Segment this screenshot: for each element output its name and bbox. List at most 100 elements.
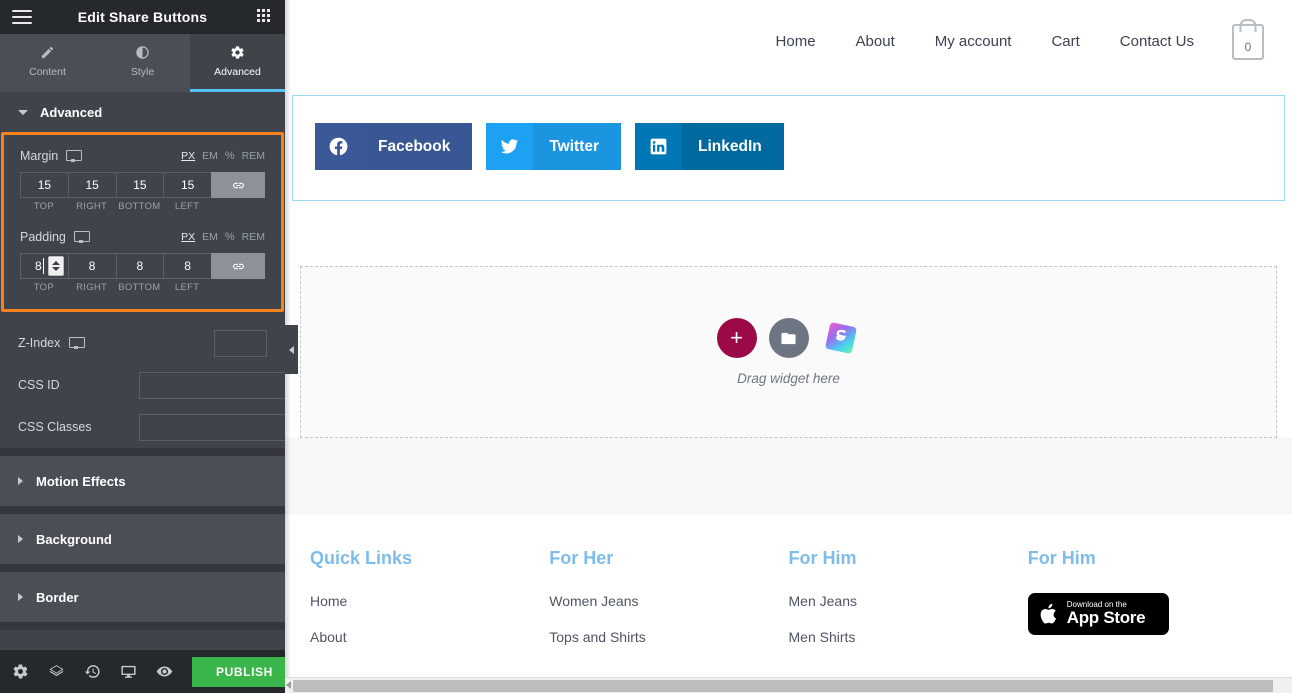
plus-icon[interactable]: + [716,318,757,358]
margin-label: Margin [20,149,59,163]
footer-link[interactable]: Men Jeans [789,593,1028,609]
folder-icon[interactable] [768,318,809,358]
margin-unit-rem[interactable]: REM [242,150,265,162]
margin-left-input[interactable] [163,172,211,198]
share-button-facebook[interactable]: Facebook [315,123,473,170]
padding-bottom-input[interactable] [115,253,164,279]
desktop-icon[interactable] [66,150,83,162]
padding-right-input[interactable] [67,253,116,279]
padding-label-top: TOP [33,282,54,293]
footer-link[interactable]: Tops and Shirts [549,629,788,645]
footer-link[interactable]: Women Jeans [549,593,788,609]
horizontal-scrollbar[interactable] [285,677,1292,693]
footer-column-title: For Him [1027,548,1096,568]
margin-units: PX EM % REM [181,150,265,162]
footer-link[interactable]: About [310,629,549,645]
nav-link-home[interactable]: Home [756,33,836,50]
caret-up-icon [51,261,60,265]
margin-side-labels: TOP RIGHT BOTTOM LEFT [20,201,265,212]
tab-advanced-label: Advanced [214,66,261,78]
padding-control-header: Padding PX EM % REM [20,230,265,244]
advanced-section-header[interactable]: Advanced [0,92,285,132]
css-classes-input[interactable] [139,413,285,441]
chevron-down-icon [18,109,28,115]
drop-zone[interactable]: + Drag widget here [300,266,1277,438]
css-id-input[interactable] [139,371,285,399]
margin-unit-percent[interactable]: % [225,150,235,162]
padding-left-input[interactable] [163,253,211,279]
css-classes-row: CSS Classes [0,406,285,448]
css-id-label: CSS ID [18,378,60,392]
nav-link-my-account[interactable]: My account [915,33,1032,50]
tab-content[interactable]: Content [0,34,95,92]
padding-label-bottom: BOTTOM [118,282,161,293]
padding-unit-em[interactable]: EM [202,231,218,243]
css-id-row: CSS ID [0,364,285,406]
share-buttons-widget[interactable]: Facebook Twitter LinkedIn [292,95,1285,201]
elementor-panel: Edit Share Buttons Content Style Advance… [0,0,325,693]
nav-link-about[interactable]: About [836,33,915,50]
accordion-border[interactable]: Border [0,572,285,622]
contrast-icon [136,46,149,59]
accordion-background-label: Background [36,531,112,547]
footer-link[interactable]: Home [310,593,549,609]
preview-spacer [285,438,1292,514]
scrollbar-thumb[interactable] [293,680,1273,692]
footer-link[interactable]: Men Shirts [789,629,1028,645]
site-footer: Quick Links Home About For Her Women Jea… [285,514,1292,665]
padding-unit-px[interactable]: PX [181,231,195,243]
nav-link-cart[interactable]: Cart [1031,33,1099,50]
accordion-motion-effects-label: Motion Effects [36,473,126,489]
accordion-background[interactable]: Background [0,514,285,564]
css-id-group [139,371,285,399]
padding-unit-rem[interactable]: REM [242,231,265,243]
padding-link-button[interactable] [211,253,265,279]
margin-bottom-input[interactable] [115,172,164,198]
chevron-left-icon [289,345,294,354]
grid-icon[interactable] [257,9,273,25]
z-index-label-group: Z-Index [18,336,214,350]
margin-right-cell [67,172,116,198]
margin-unit-px[interactable]: PX [181,150,195,162]
gear-icon[interactable] [12,663,29,680]
nav-link-contact-us[interactable]: Contact Us [1100,33,1214,50]
share-button-linkedin[interactable]: LinkedIn [635,123,784,170]
caret-down-icon [51,267,60,271]
preview-canvas: Home About My account Cart Contact Us 0 … [285,0,1292,693]
share-button-twitter-label: Twitter [549,137,600,155]
preview-icon[interactable] [156,663,173,680]
z-index-row: Z-Index [0,322,285,364]
margin-unit-em[interactable]: EM [202,150,218,162]
footer-column-app: For Him Download on the App Store [1027,548,1267,665]
shopping-bag-icon[interactable]: 0 [1232,23,1264,60]
panel-collapse-handle[interactable] [285,325,298,374]
padding-label-spacer [211,282,265,293]
padding-units: PX EM % REM [181,231,265,243]
panel-tabs: Content Style Advanced [0,34,285,92]
padding-unit-percent[interactable]: % [225,231,235,243]
accordion-motion-effects[interactable]: Motion Effects [0,456,285,506]
drop-zone-icons: + [716,318,861,358]
padding-top-stepper[interactable] [47,256,64,276]
share-button-twitter[interactable]: Twitter [486,123,622,170]
history-icon[interactable] [84,663,101,680]
desktop-icon[interactable] [69,337,86,349]
margin-top-input[interactable] [20,172,68,198]
layers-icon[interactable] [48,663,65,680]
desktop-icon[interactable] [73,231,90,243]
margin-label-bottom: BOTTOM [118,201,161,212]
app-store-badge[interactable]: Download on the App Store [1027,593,1169,635]
s-logo-icon[interactable] [821,318,861,358]
tab-advanced[interactable]: Advanced [190,34,285,92]
margin-right-input[interactable] [67,172,116,198]
padding-bottom-cell [115,253,164,279]
margin-left-cell [163,172,211,198]
publish-button[interactable]: PUBLISH [192,656,297,687]
tab-style[interactable]: Style [95,34,190,92]
scroll-left-arrow-icon[interactable] [286,681,291,689]
z-index-input[interactable] [214,329,267,357]
margin-link-button[interactable] [211,172,265,198]
linkedin-icon [635,123,683,170]
spacing-controls-highlight: Margin PX EM % REM 15 15 15 15 TOP RIGHT… [1,132,284,312]
responsive-icon[interactable] [120,663,137,680]
